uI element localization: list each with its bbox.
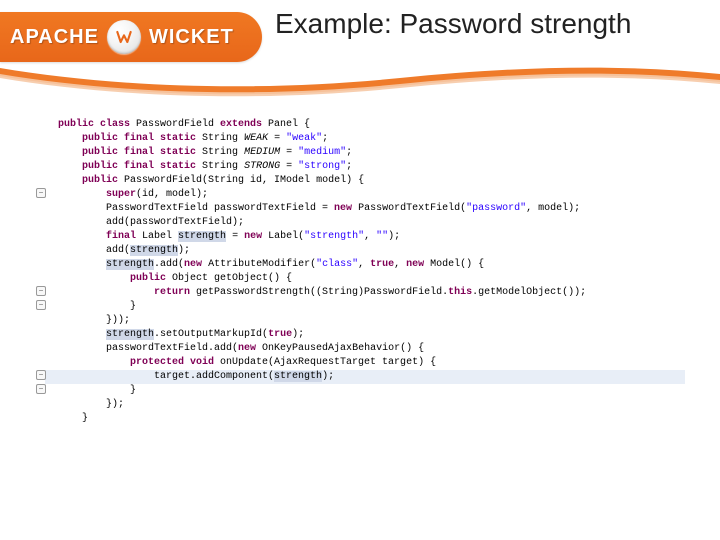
code-line: public PasswordField(String id, IModel m… [58,174,720,188]
code-line: public Object getObject() { [58,272,720,286]
code-line: strength.add(new AttributeModifier("clas… [58,258,720,272]
slide-header: APACHE WICKET Example: Password strength [0,0,720,95]
code-line: } [58,412,720,426]
code-line: public final static String MEDIUM = "med… [58,146,720,160]
code-line: public final static String WEAK = "weak"… [58,132,720,146]
slide-title: Example: Password strength [275,8,631,40]
code-line: PasswordTextField passwordTextField = ne… [58,202,720,216]
code-line: final Label strength = new Label("streng… [58,230,720,244]
code-line: target.addComponent(strength); [58,370,720,384]
code-line: passwordTextField.add(new OnKeyPausedAja… [58,342,720,356]
code-line: strength.setOutputMarkupId(true); [58,328,720,342]
brand-logo: APACHE WICKET [0,12,262,62]
code-line: } [58,300,720,314]
code-line: })); [58,314,720,328]
wicket-icon [107,20,141,54]
code-line: add(passwordTextField); [58,216,720,230]
header-wave [0,60,720,100]
code-line: public class PasswordField extends Panel… [58,118,720,132]
code-editor: public class PasswordField extends Panel… [0,118,720,426]
code-line: add(strength); [58,244,720,258]
code-line: }); [58,398,720,412]
code-line: super(id, model); [58,188,720,202]
code-line: return getPasswordStrength((String)Passw… [58,286,720,300]
brand-text-left: APACHE [10,26,99,49]
code-line: } [58,384,720,398]
code-line: protected void onUpdate(AjaxRequestTarge… [58,356,720,370]
brand-text-right: WICKET [149,26,234,49]
code-line: public final static String STRONG = "str… [58,160,720,174]
